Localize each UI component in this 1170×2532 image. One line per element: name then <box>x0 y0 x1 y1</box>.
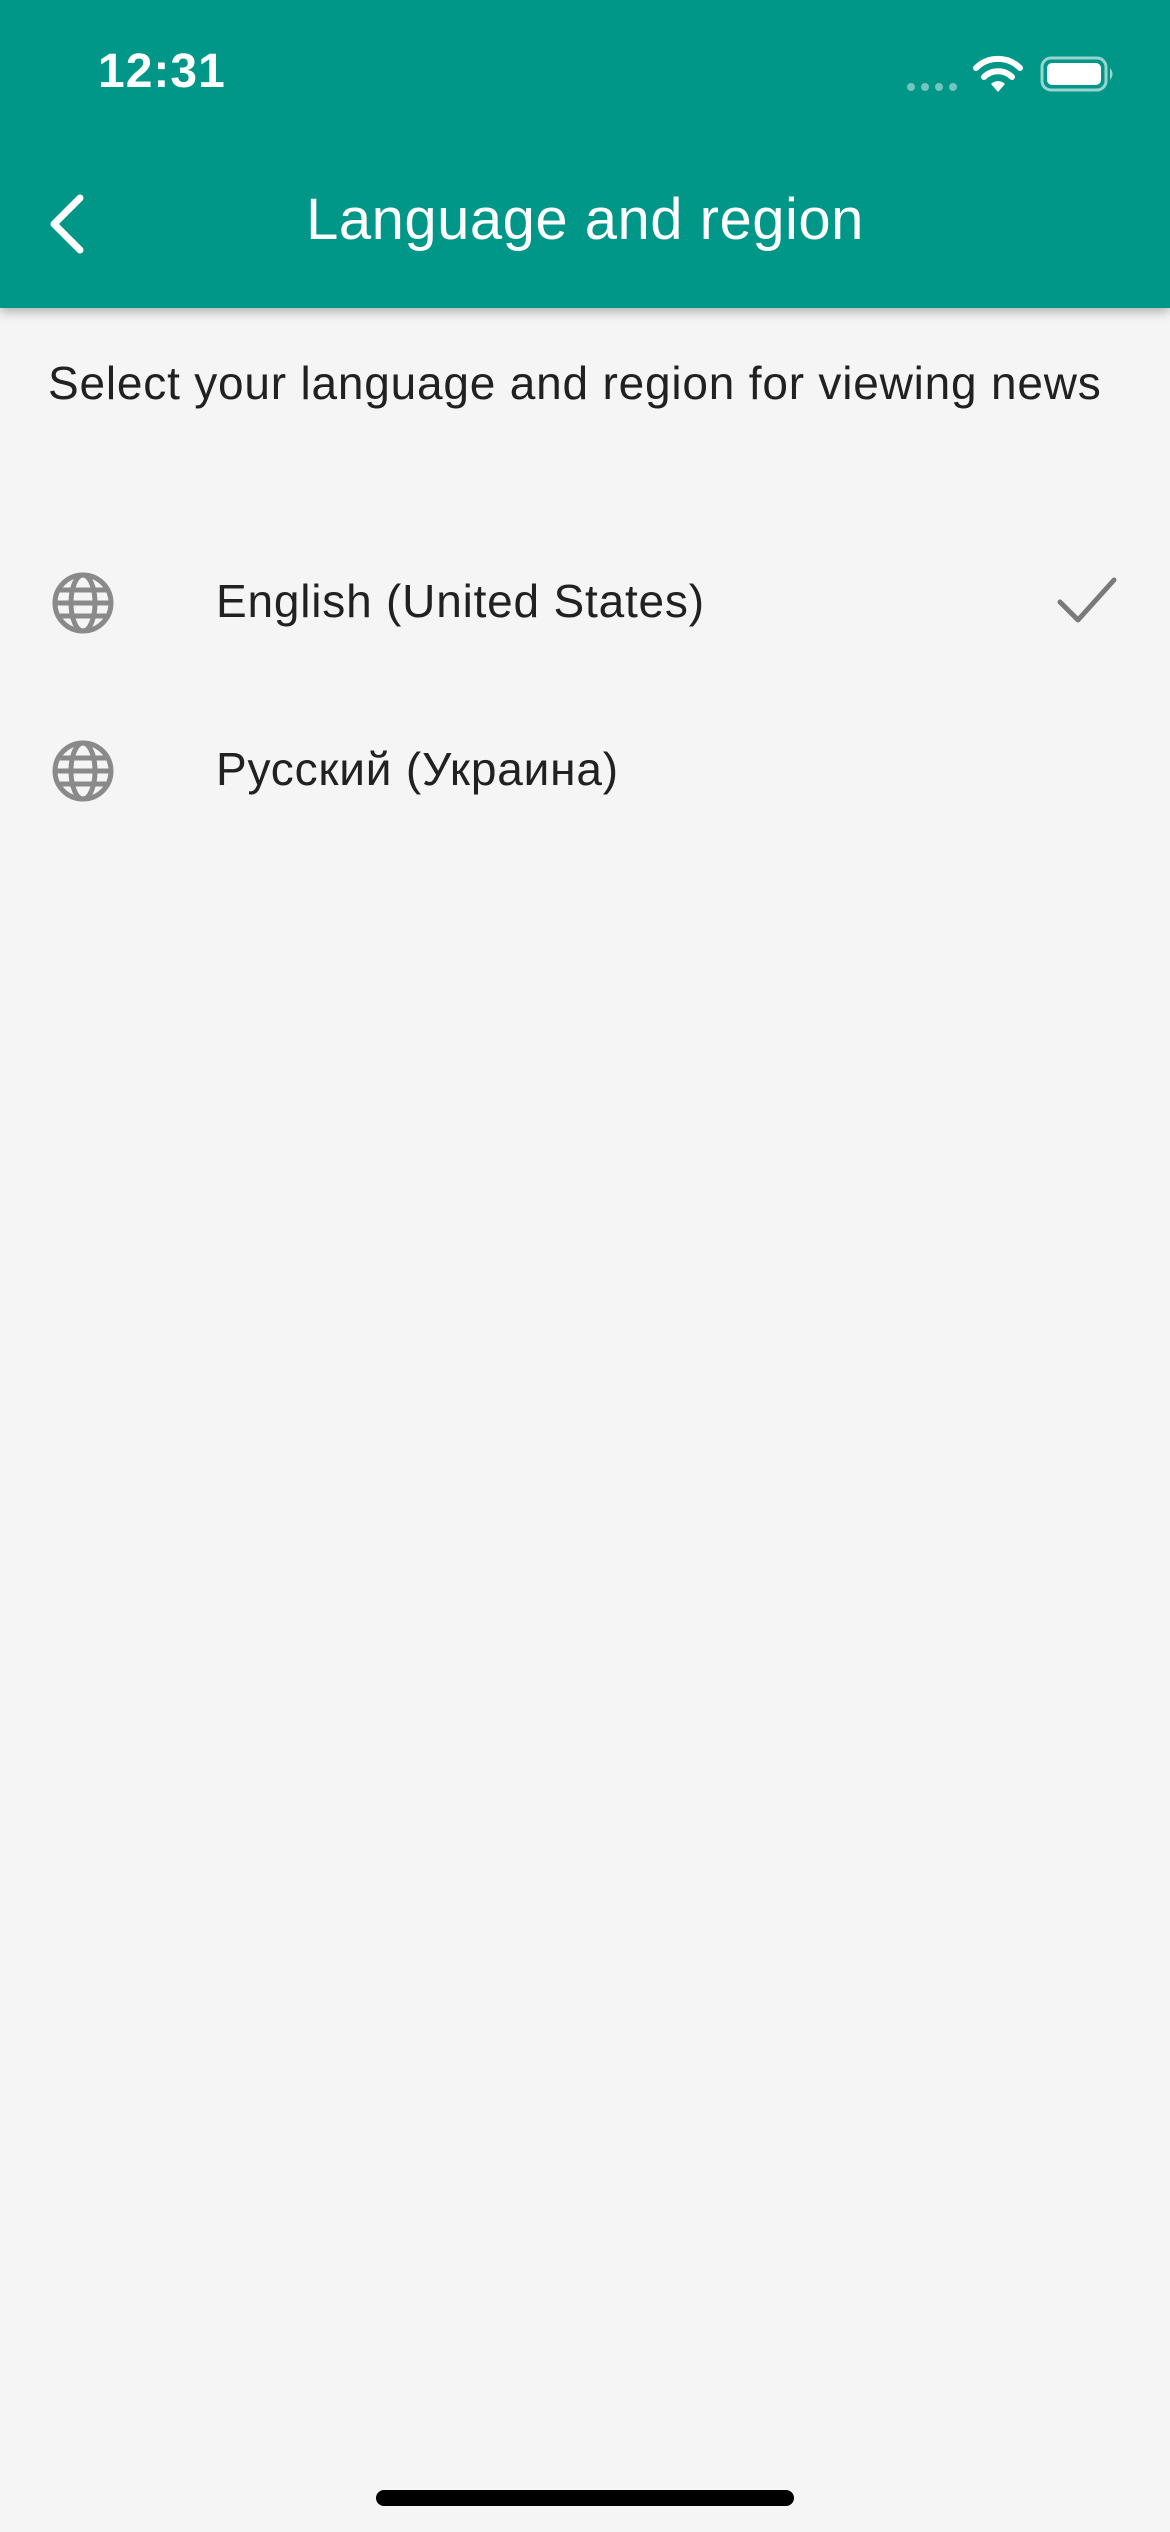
screen: 12:31 Language and region Select your la… <box>0 0 1170 2532</box>
language-label: Русский (Украина) <box>216 743 619 795</box>
page-title: Language and region <box>306 187 864 252</box>
home-indicator[interactable] <box>376 2490 794 2506</box>
language-list: English (United States) Русский (Украина… <box>0 518 1170 854</box>
app-bar: 12:31 Language and region <box>0 0 1170 308</box>
page-description: Select your language and region for view… <box>48 357 1102 409</box>
language-label: English (United States) <box>216 575 705 627</box>
language-option-russian[interactable]: Русский (Украина) <box>0 686 1170 854</box>
checkmark-icon <box>1057 577 1117 623</box>
battery-icon <box>1040 56 1113 92</box>
wifi-icon <box>973 55 1023 92</box>
globe-icon <box>52 740 114 802</box>
cellular-signal-icon <box>907 83 957 91</box>
status-time: 12:31 <box>98 45 226 98</box>
language-option-english[interactable]: English (United States) <box>0 518 1170 686</box>
globe-icon <box>52 572 114 634</box>
